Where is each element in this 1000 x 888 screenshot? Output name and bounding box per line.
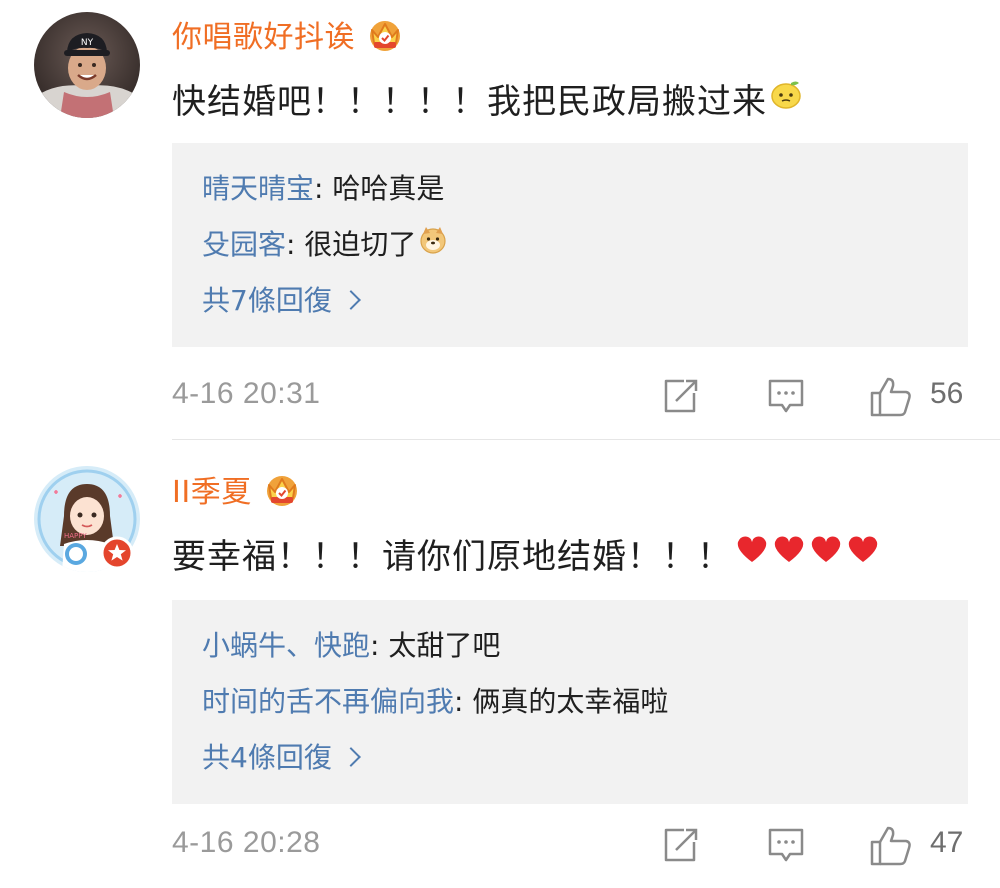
comment-reply-icon[interactable] xyxy=(766,824,806,866)
more-replies-link[interactable]: 共4條回復 xyxy=(202,736,361,776)
reply-author[interactable]: 晴天晴宝 xyxy=(202,167,314,207)
like-count: 47 xyxy=(930,826,964,859)
comment-body: 快结婚吧！！！！！我把民政局搬过来 xyxy=(172,81,767,122)
reply-item: 时间的舌不再偏向我 : 俩真的太幸福啦 xyxy=(202,680,668,720)
username[interactable]: 你唱歌好抖诶 xyxy=(172,12,355,56)
reply-author[interactable]: 殳园客 xyxy=(202,223,286,263)
timestamp: 4-16 20:31 xyxy=(172,377,321,410)
reply-item: 殳园客 : 很迫切了 xyxy=(202,223,448,263)
comment-text: 快结婚吧！！！！！我把民政局搬过来 xyxy=(172,73,803,123)
reply-text: : 太甜了吧 xyxy=(370,629,501,662)
comment-reply-icon[interactable] xyxy=(766,375,806,417)
reply-text: : 很迫切了 xyxy=(286,228,417,261)
verified-badge-icon xyxy=(100,536,134,570)
like-count: 56 xyxy=(930,377,964,410)
thumbs-up-icon xyxy=(870,377,911,417)
more-replies-label: 共7條回復 xyxy=(202,284,332,317)
username-row: 你唱歌好抖诶 xyxy=(172,12,405,56)
comment-item: NY 你唱歌好抖诶 快结婚吧！！！！！我把民政局搬过来 晴天晴宝: 哈哈真是 … xyxy=(0,0,1000,440)
username[interactable]: II季夏 xyxy=(172,467,252,511)
doge-emoji-icon xyxy=(418,225,448,262)
chevron-right-icon xyxy=(340,290,361,310)
username-row: II季夏 xyxy=(172,467,302,511)
like-button[interactable]: 56 xyxy=(868,375,972,417)
comment-body: 要幸福！！！请你们原地结婚！！！ xyxy=(172,536,732,577)
svg-text:HAPPY: HAPPY xyxy=(64,532,87,540)
reply-preview-box[interactable]: 晴天晴宝 : 哈哈真是 殳园客 : 很迫切了 共7條回復 xyxy=(172,143,968,347)
like-button[interactable]: 47 xyxy=(868,824,972,866)
red-hearts-icon xyxy=(734,532,882,575)
share-icon[interactable] xyxy=(660,824,700,866)
timestamp: 4-16 20:28 xyxy=(172,826,321,859)
user-avatar[interactable]: NY xyxy=(34,12,140,118)
crown-vip-icon xyxy=(365,14,405,54)
reply-author[interactable]: 时间的舌不再偏向我 xyxy=(202,680,454,720)
more-replies-link[interactable]: 共7條回復 xyxy=(202,279,361,319)
lemon-face-emoji-icon xyxy=(769,77,803,120)
reply-item: 晴天晴宝 : 哈哈真是 xyxy=(202,167,444,207)
chevron-right-icon xyxy=(340,747,361,767)
crown-vip-icon xyxy=(262,469,302,509)
reply-preview-box[interactable]: 小蜗牛、快跑 : 太甜了吧 时间的舌不再偏向我 : 俩真的太幸福啦 共4條回復 xyxy=(172,600,968,804)
comment-text: 要幸福！！！请你们原地结婚！！！ xyxy=(172,528,882,578)
reply-text: : 俩真的太幸福啦 xyxy=(454,685,669,718)
thumbs-up-icon xyxy=(870,826,911,866)
svg-text:NY: NY xyxy=(81,38,94,48)
comment-footer: 4-16 20:28 47 xyxy=(172,820,968,870)
comment-item: HAPPY II季夏 要幸福！！！请你们原地结婚！！！ 小蜗牛、快跑: 太甜了… xyxy=(0,440,1000,888)
reply-item: 小蜗牛、快跑 : 太甜了吧 xyxy=(202,624,500,664)
reply-author[interactable]: 小蜗牛、快跑 xyxy=(202,624,370,664)
more-replies-label: 共4條回復 xyxy=(202,741,332,774)
reply-text: : 哈哈真是 xyxy=(314,172,445,205)
share-icon[interactable] xyxy=(660,375,700,417)
comment-footer: 4-16 20:31 56 xyxy=(172,371,968,421)
